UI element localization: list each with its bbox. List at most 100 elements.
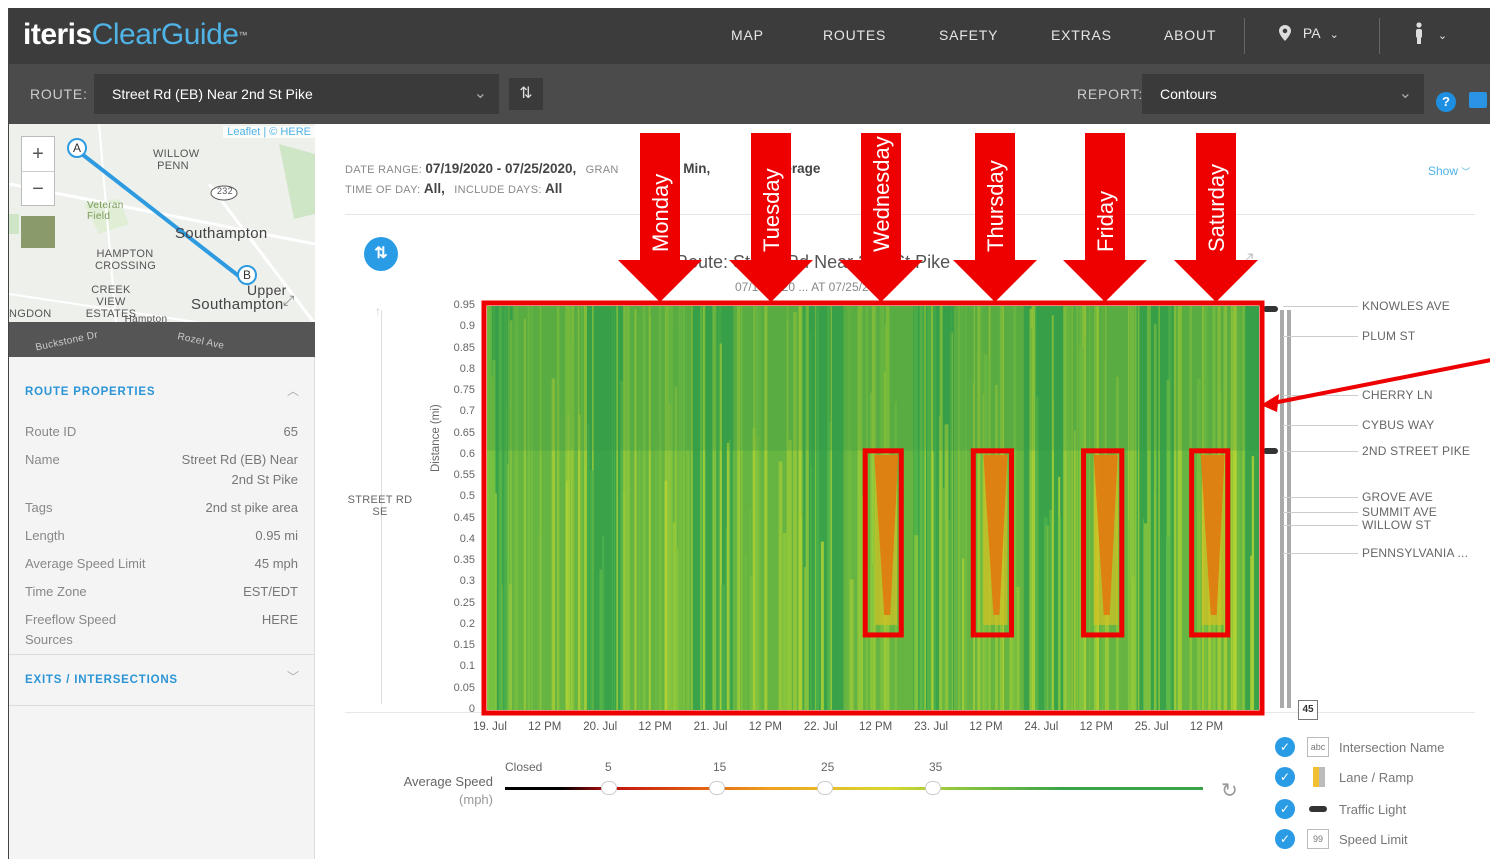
route-bar: ROUTE: Street Rd (EB) Near 2nd St Pike ⌄… bbox=[9, 64, 1490, 124]
checkbox-checked-icon[interactable]: ✓ bbox=[1275, 829, 1295, 849]
heatmap-streak bbox=[1142, 518, 1145, 710]
checkbox-checked-icon[interactable]: ✓ bbox=[1275, 767, 1295, 787]
legend-label: Traffic Light bbox=[1339, 802, 1407, 817]
route-label: ROUTE: bbox=[30, 86, 88, 102]
x-tick-label: 25. Jul bbox=[1134, 721, 1169, 733]
traffic-light-icon[interactable] bbox=[1263, 448, 1278, 454]
landmark-label[interactable]: 2ND STREET PIKE bbox=[1362, 444, 1470, 458]
arrow-up-icon: ↑ bbox=[375, 304, 381, 318]
checkbox-checked-icon[interactable]: ✓ bbox=[1275, 799, 1295, 819]
map-place-label: WILLOW PENN bbox=[153, 148, 200, 172]
landmark-label[interactable]: WILLOW ST bbox=[1362, 518, 1431, 532]
map-place-label: Veteran Field bbox=[87, 200, 124, 222]
nav-about[interactable]: ABOUT bbox=[1164, 27, 1216, 43]
nav-extras[interactable]: EXTRAS bbox=[1051, 27, 1112, 43]
colorbar-tick-label: Closed bbox=[505, 760, 543, 774]
y-tick-label: 0.1 bbox=[459, 660, 475, 673]
checkbox-checked-icon[interactable]: ✓ bbox=[1275, 737, 1295, 757]
zoom-in-button[interactable]: + bbox=[22, 137, 54, 171]
colorbar-unit: (mph) bbox=[459, 792, 493, 807]
landmark-label[interactable]: PLUM ST bbox=[1362, 329, 1415, 343]
y-tick-label: 0.75 bbox=[453, 384, 475, 397]
nav-map[interactable]: MAP bbox=[731, 27, 764, 43]
swap-arrows-icon: ⇅ bbox=[374, 245, 388, 262]
prop-label: Freeflow Speed Sources bbox=[25, 612, 117, 647]
colorbar-handle[interactable] bbox=[817, 781, 833, 795]
feedback-icon[interactable] bbox=[1469, 92, 1487, 108]
reverse-direction-button[interactable]: ⇅ bbox=[364, 237, 398, 271]
y-tick-label: 0.8 bbox=[459, 362, 475, 375]
annotation-day-label: Monday bbox=[648, 174, 673, 252]
chevron-down-icon: ⌄ bbox=[1437, 30, 1448, 42]
heatmap-streak bbox=[601, 535, 605, 710]
route-select[interactable]: Street Rd (EB) Near 2nd St Pike ⌄ bbox=[94, 74, 499, 114]
heatmap-streak bbox=[729, 439, 731, 710]
show-label: Show bbox=[1428, 164, 1459, 178]
landmark-label[interactable]: CHERRY LN bbox=[1362, 388, 1433, 402]
report-select[interactable]: Contours ⌄ bbox=[1142, 74, 1424, 114]
colorbar-handle[interactable] bbox=[709, 781, 725, 795]
colorbar-tick-label: 15 bbox=[713, 760, 727, 774]
zoom-out-button[interactable]: − bbox=[22, 171, 54, 205]
date-range-value: 07/19/2020 - 07/25/2020, bbox=[425, 161, 577, 176]
colorbar-handle[interactable] bbox=[601, 781, 617, 795]
fullscreen-icon[interactable]: ⤢ bbox=[1239, 250, 1253, 271]
speed-limit-badge[interactable]: 45 bbox=[1298, 700, 1318, 720]
logo[interactable]: iterisClearGuide™ bbox=[23, 18, 247, 52]
x-tick-label: 12 PM bbox=[748, 721, 782, 733]
map-place-label: NGDON bbox=[9, 308, 52, 320]
location-pin-icon bbox=[1279, 25, 1291, 41]
show-options-toggle[interactable]: Show ﹀ bbox=[1428, 164, 1470, 178]
prop-label: Route ID bbox=[25, 424, 77, 439]
map-place-label: Upper bbox=[247, 282, 287, 298]
landmark-label[interactable]: CYBUS WAY bbox=[1362, 418, 1434, 432]
y-tick-label: 0.65 bbox=[453, 426, 475, 439]
route-map[interactable]: Leaflet | © HERE + − A B WILLOW PENN 232… bbox=[9, 124, 315, 357]
route-properties-heading[interactable]: ROUTE PROPERTIES bbox=[25, 386, 155, 398]
traffic-light-icon bbox=[1309, 806, 1327, 812]
exits-heading[interactable]: EXITS / INTERSECTIONS bbox=[25, 674, 178, 686]
chevron-down-icon[interactable]: ﹀ bbox=[287, 668, 299, 685]
map-place-label: 232 bbox=[217, 186, 233, 196]
annotation-day-label: Tuesday bbox=[759, 168, 784, 252]
landmark-label[interactable]: GROVE AVE bbox=[1362, 490, 1433, 504]
marker-a[interactable]: A bbox=[67, 138, 87, 158]
report-meta-line2: TIME OF DAY: All, INCLUDE DAYS: All bbox=[345, 181, 562, 196]
segment-band bbox=[487, 306, 1259, 451]
y-tick-label: 0.2 bbox=[459, 617, 475, 630]
heatmap-canvas[interactable] bbox=[487, 306, 1259, 710]
help-icon[interactable]: ? bbox=[1436, 92, 1456, 112]
prop-label: Time Zone bbox=[25, 584, 87, 599]
heatmap-streak bbox=[914, 535, 919, 710]
nav-safety[interactable]: SAFETY bbox=[939, 27, 998, 43]
chevron-down-icon: ⌄ bbox=[1398, 85, 1412, 102]
user-menu[interactable]: ⌄ bbox=[1414, 22, 1447, 44]
landmark-tick bbox=[1283, 395, 1358, 397]
chevron-up-icon[interactable]: ︿ bbox=[287, 382, 299, 399]
annotation-day-label: Wednesday bbox=[869, 136, 894, 252]
landmark-label[interactable]: PENNSYLVANIA ... bbox=[1362, 546, 1468, 560]
granularity-value: 5 Min, bbox=[672, 161, 711, 176]
map-attribution[interactable]: Leaflet | © HERE bbox=[223, 126, 315, 138]
reset-icon[interactable]: ↻ bbox=[1221, 778, 1238, 803]
expand-icon[interactable]: ⤢ bbox=[283, 292, 294, 309]
nav-routes[interactable]: ROUTES bbox=[823, 27, 886, 43]
route-select-value: Street Rd (EB) Near 2nd St Pike bbox=[112, 86, 313, 102]
annotation-day-label: Thursday bbox=[983, 160, 1008, 252]
chart-subtitle: 07/19/2020 ... AT 07/25/2020 bbox=[735, 280, 889, 294]
colorbar-handle[interactable] bbox=[925, 781, 941, 795]
heatmap-streak bbox=[587, 423, 590, 710]
annotation-pointer-head bbox=[1261, 394, 1279, 412]
state-selector[interactable]: PA ⌄ bbox=[1279, 25, 1339, 41]
y-tick-label: 0.95 bbox=[453, 299, 475, 311]
prop-value: 45 mph bbox=[254, 556, 298, 571]
colorbar-tick-label: 5 bbox=[605, 760, 612, 774]
reverse-route-button[interactable]: ⇅ bbox=[509, 78, 543, 110]
y-tick-label: 0.7 bbox=[459, 405, 475, 418]
y-tick-label: 0.9 bbox=[459, 320, 475, 333]
landmark-label[interactable]: KNOWLES AVE bbox=[1362, 299, 1450, 313]
lane-strip bbox=[1287, 310, 1291, 708]
nav-divider bbox=[1379, 18, 1380, 54]
map-place-label: Southampton bbox=[191, 296, 284, 313]
traffic-light-icon[interactable] bbox=[1263, 306, 1278, 312]
